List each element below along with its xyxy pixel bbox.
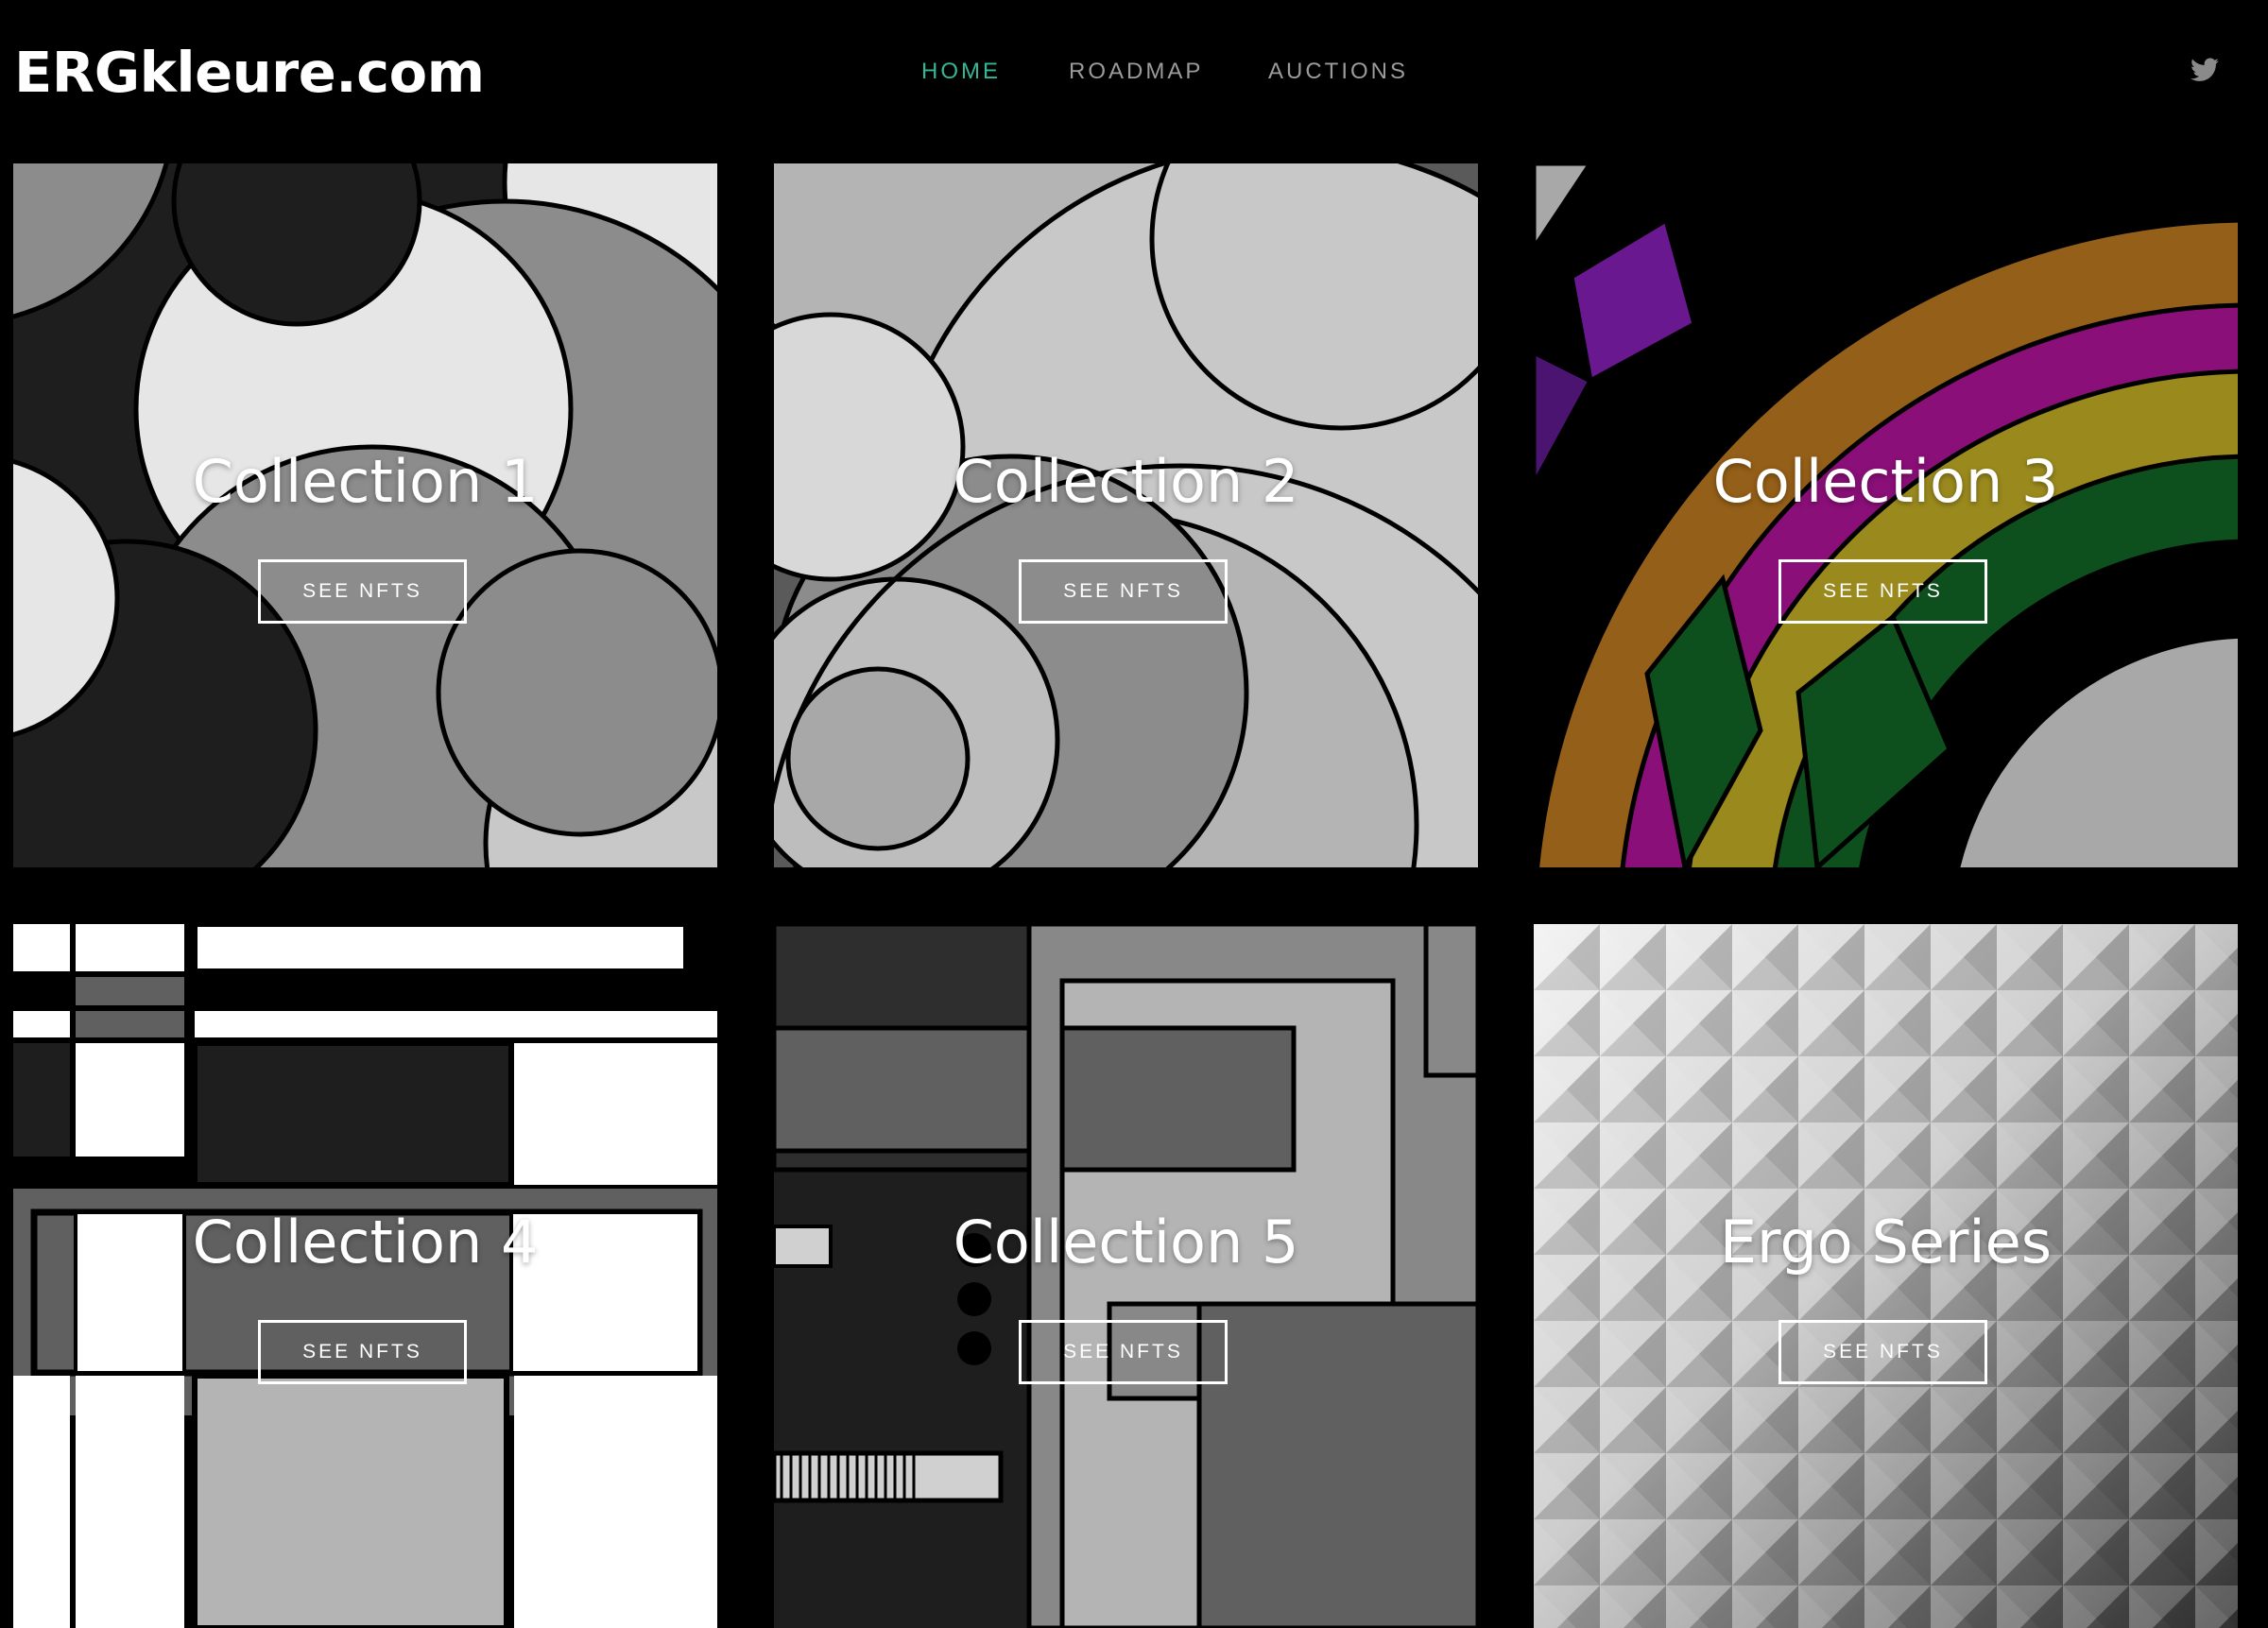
collection-title: Collection 3 <box>1712 447 2059 516</box>
site-header: ERGkleure.com HOME ROADMAP AUCTIONS <box>0 0 2268 163</box>
see-nfts-button[interactable]: SEE NFTS <box>1778 1320 1987 1384</box>
see-nfts-button[interactable]: SEE NFTS <box>1019 1320 1228 1384</box>
see-nfts-button[interactable]: SEE NFTS <box>258 1320 467 1384</box>
collection-card-5[interactable]: Collection 5 SEE NFTS <box>774 924 1478 1628</box>
nav-roadmap[interactable]: ROADMAP <box>1069 59 1203 85</box>
collection-card-1[interactable]: Collection 1 SEE NFTS <box>13 163 717 867</box>
collection-card-6[interactable]: Ergo Series SEE NFTS <box>1534 924 2238 1628</box>
nav-auctions[interactable]: AUCTIONS <box>1268 59 1408 85</box>
see-nfts-button[interactable]: SEE NFTS <box>258 559 467 624</box>
site-logo[interactable]: ERGkleure.com <box>14 40 485 105</box>
nav-home[interactable]: HOME <box>921 59 1001 85</box>
collection-title: Collection 4 <box>192 1208 539 1277</box>
see-nfts-button[interactable]: SEE NFTS <box>1019 559 1228 624</box>
collection-title: Collection 2 <box>953 447 1299 516</box>
collection-title: Collection 5 <box>953 1208 1299 1277</box>
see-nfts-button[interactable]: SEE NFTS <box>1778 559 1987 624</box>
collection-card-2[interactable]: Collection 2 SEE NFTS <box>774 163 1478 867</box>
collection-card-4[interactable]: Collection 4 SEE NFTS <box>13 924 717 1628</box>
collection-title: Collection 1 <box>192 447 539 516</box>
twitter-icon[interactable] <box>2191 57 2219 83</box>
collection-title: Ergo Series <box>1719 1208 2053 1277</box>
collection-card-3[interactable]: Collection 3 SEE NFTS <box>1534 163 2238 867</box>
